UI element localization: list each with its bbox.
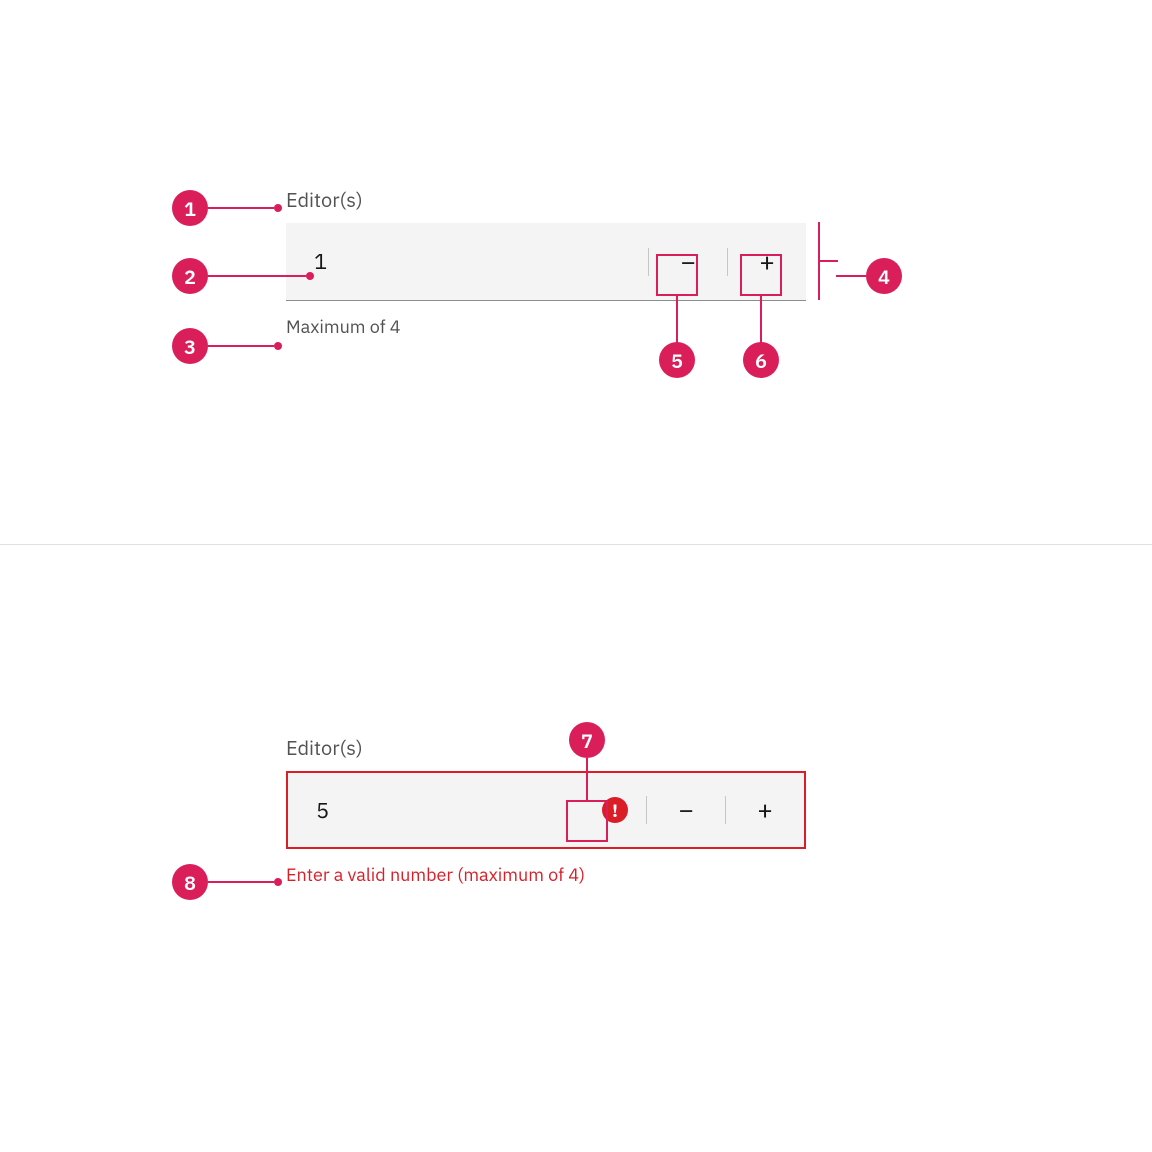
annotation-3: 3 <box>172 328 282 364</box>
annotation-7: 7 <box>569 722 605 758</box>
number-input-label: Editor(s) <box>286 734 806 761</box>
decrement-button[interactable]: − <box>649 223 727 301</box>
warning-icon: ! <box>602 797 628 823</box>
annotation-badge: 4 <box>866 258 902 294</box>
plus-icon: + <box>757 797 773 823</box>
annotation-badge: 6 <box>743 342 779 378</box>
annotation-5-leader <box>676 296 678 344</box>
minus-icon: − <box>680 249 696 275</box>
annotation-badge: 2 <box>172 258 208 294</box>
annotation-4-caliper <box>818 222 838 300</box>
decrement-button[interactable]: − <box>647 771 725 849</box>
minus-icon: − <box>678 797 694 823</box>
number-input-controls: − + <box>646 773 804 847</box>
plus-icon: + <box>759 249 775 275</box>
annotation-badge: 7 <box>569 722 605 758</box>
annotation-6-leader <box>760 296 762 344</box>
annotation-2: 2 <box>172 258 314 294</box>
increment-button[interactable]: + <box>726 771 804 849</box>
annotation-6: 6 <box>743 342 779 378</box>
number-input-normal: Editor(s) 1 − + Maximum of 4 <box>286 186 806 338</box>
number-input-controls: − + <box>648 223 806 300</box>
annotation-badge: 8 <box>172 864 208 900</box>
number-input-helper-text: Maximum of 4 <box>286 315 806 338</box>
number-input-field[interactable]: 1 − + <box>286 223 806 301</box>
number-input-value[interactable]: 5 <box>288 796 602 825</box>
annotation-5: 5 <box>659 342 695 378</box>
annotation-badge: 5 <box>659 342 695 378</box>
annotation-4: 4 <box>836 258 902 294</box>
annotation-7-leader <box>586 758 588 800</box>
annotation-1: 1 <box>172 190 282 226</box>
number-input-invalid: Editor(s) 5 ! − + Enter a valid number (… <box>286 734 806 886</box>
number-input-error-text: Enter a valid number (maximum of 4) <box>286 863 806 886</box>
increment-button[interactable]: + <box>728 223 806 301</box>
annotation-badge: 3 <box>172 328 208 364</box>
section-divider <box>0 544 1152 545</box>
number-input-label: Editor(s) <box>286 186 806 213</box>
annotation-8: 8 <box>172 864 282 900</box>
number-input-field[interactable]: 5 ! − + <box>286 771 806 849</box>
annotation-badge: 1 <box>172 190 208 226</box>
number-input-value[interactable]: 1 <box>286 247 648 276</box>
